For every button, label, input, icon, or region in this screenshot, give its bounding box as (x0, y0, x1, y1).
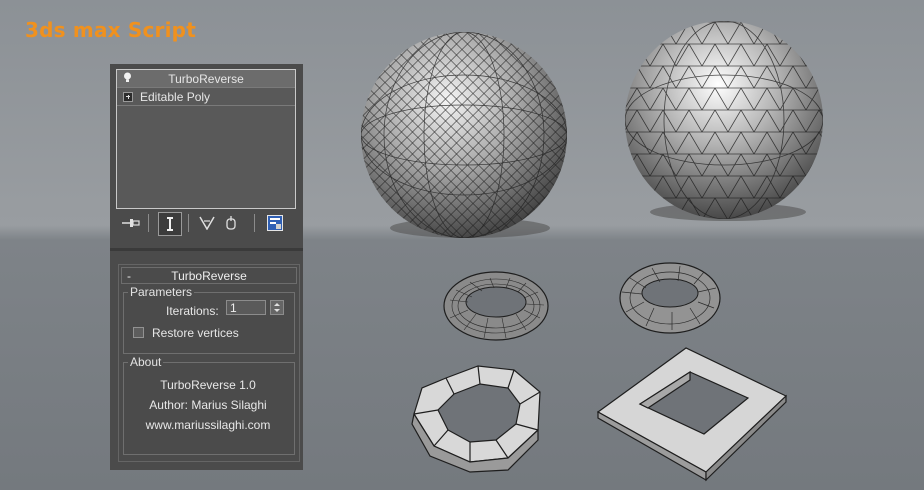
collapse-icon[interactable]: - (122, 269, 136, 283)
make-unique-icon[interactable] (198, 212, 216, 234)
rollout-header[interactable]: - TurboReverse (121, 267, 297, 284)
lightbulb-icon[interactable] (117, 72, 137, 86)
about-author: Author: Marius Silaghi (149, 398, 267, 412)
restore-vertices-checkbox[interactable] (133, 327, 144, 338)
modifier-label: TurboReverse (168, 71, 244, 86)
modifier-stack-item-editable-poly[interactable]: Editable Poly (117, 88, 295, 106)
square-frame (596, 347, 788, 482)
torus-subdivided (443, 271, 549, 341)
restore-vertices-label: Restore vertices (152, 326, 239, 340)
modifier-stack-toolbar (116, 212, 296, 236)
iterations-spinner-arrows[interactable] (270, 300, 284, 315)
rollout-title: TurboReverse (171, 268, 247, 283)
about-name: TurboReverse 1.0 (160, 378, 256, 392)
remove-modifier-icon[interactable] (222, 212, 240, 234)
expand-plus-icon[interactable] (123, 91, 133, 102)
modifier-stack-item-turboreverse[interactable]: TurboReverse (117, 70, 295, 88)
parameters-legend: Parameters (128, 285, 195, 299)
panel-divider (110, 248, 303, 251)
iterations-spinner-input[interactable] (226, 300, 266, 315)
modifier-stack-list[interactable]: TurboReverse Editable Poly (116, 69, 296, 209)
configure-modifier-sets-icon[interactable] (264, 212, 286, 234)
pin-stack-icon[interactable] (120, 212, 142, 234)
turboreverse-rollout: - TurboReverse Parameters About (118, 264, 300, 462)
torus-reversed (619, 262, 721, 334)
iterations-label: Iterations: (166, 304, 219, 318)
octagon-ring (411, 365, 541, 473)
command-panel: TurboReverse Editable Poly - TurboRevers… (110, 64, 303, 470)
about-website: www.mariussilaghi.com (145, 418, 271, 432)
modifier-label: Editable Poly (140, 89, 211, 104)
sphere-reversed (625, 21, 823, 221)
page-title: 3ds max Script (25, 18, 196, 42)
about-legend: About (128, 355, 164, 369)
show-end-result-icon[interactable] (158, 212, 182, 236)
sphere-subdivided (361, 32, 567, 238)
